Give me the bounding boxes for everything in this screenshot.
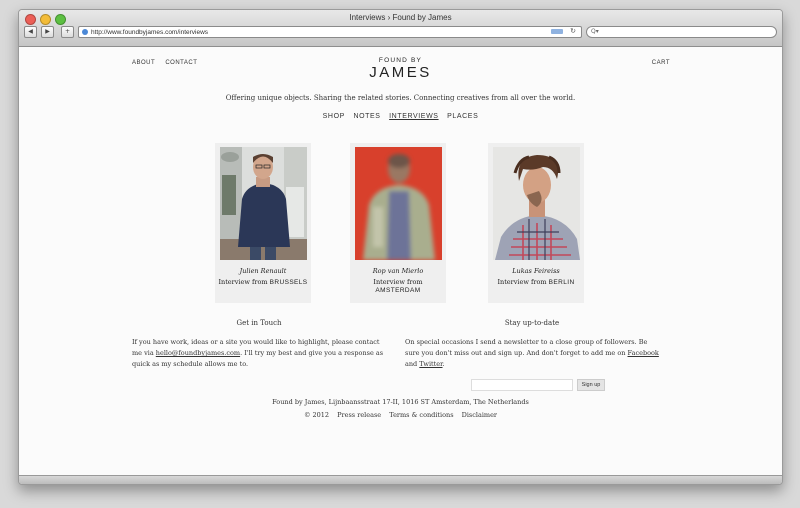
interview-city: AMSTERDAM (375, 287, 421, 294)
window-title: Interviews › Found by James (349, 13, 452, 22)
footer-links: © 2012 Press release Terms & conditions … (19, 411, 782, 419)
address-bar[interactable]: http://www.foundbyjames.com/interviews ↻ (78, 26, 582, 38)
nav-notes-link[interactable]: NOTES (353, 113, 380, 120)
site-logo[interactable]: FOUND BY JAMES (19, 57, 782, 81)
reload-icon[interactable]: ↻ (570, 27, 576, 35)
rss-icon[interactable] (551, 29, 563, 34)
title-bar: Interviews › Found by James ◀ ▶ + http:/… (19, 10, 782, 47)
interview-origin: Interview from AMSTERDAM (350, 278, 446, 294)
interview-city: BRUSSELS (269, 279, 308, 286)
press-release-link[interactable]: Press release (337, 411, 381, 419)
interview-city: BERLIN (548, 279, 575, 286)
facebook-link[interactable]: Facebook (628, 349, 659, 357)
nav-places-link[interactable]: PLACES (447, 113, 478, 120)
status-bar (19, 475, 782, 484)
interview-card-rop[interactable]: Rop van Mierlo Interview from AMSTERDAM (350, 143, 446, 303)
interviewee-name: Rop van Mierlo (372, 267, 424, 275)
back-button[interactable]: ◀ (24, 26, 37, 38)
nav-shop-link[interactable]: SHOP (323, 113, 345, 120)
footer-address: Found by James, Lijnbaansstraat 17-II, 1… (272, 398, 529, 406)
portrait-photo[interactable] (355, 147, 442, 260)
portrait-photo[interactable] (220, 147, 307, 260)
contact-text: If you have work, ideas or a site you wo… (132, 337, 386, 370)
search-input[interactable]: Q▾ (586, 26, 777, 38)
newsletter-section: Stay up-to-date On special occasions I s… (405, 318, 659, 370)
terms-link[interactable]: Terms & conditions (389, 411, 453, 419)
twitter-link[interactable]: Twitter (419, 360, 442, 368)
newsletter-email-input[interactable] (471, 379, 573, 391)
newsletter-heading: Stay up-to-date (504, 319, 560, 327)
browser-window: Interviews › Found by James ◀ ▶ + http:/… (18, 9, 783, 485)
newsletter-text: On special occasions I send a newsletter… (405, 337, 659, 370)
interview-card-julien[interactable]: Julien Renault Interview from BRUSSELS (215, 143, 311, 303)
email-link[interactable]: hello@foundbyjames.com (156, 349, 240, 357)
newsletter-text-1: On special occasions I send a newsletter… (405, 338, 648, 357)
newsletter-and: and (405, 360, 420, 368)
interviewee-name: Julien Renault (239, 267, 287, 275)
logo-big-text: JAMES (369, 64, 432, 81)
browser-toolbar: ◀ ▶ + http://www.foundbyjames.com/interv… (24, 25, 777, 39)
add-tab-button[interactable]: + (61, 26, 74, 38)
globe-icon (82, 29, 88, 35)
signup-button[interactable]: Sign up (577, 379, 605, 391)
url-text: http://www.foundbyjames.com/interviews (91, 28, 209, 36)
nav-interviews-link[interactable]: INTERVIEWS (389, 113, 438, 120)
disclaimer-link[interactable]: Disclaimer (462, 411, 497, 419)
interview-origin: Interview from BERLIN (488, 278, 584, 286)
logo-small-text: FOUND BY (378, 57, 423, 64)
interview-from-label: Interview from (497, 278, 549, 286)
contact-heading: Get in Touch (236, 319, 282, 327)
interviewee-name: Lukas Feireiss (512, 267, 560, 275)
forward-button[interactable]: ▶ (41, 26, 54, 38)
contact-section: Get in Touch If you have work, ideas or … (132, 318, 386, 370)
newsletter-end: . (442, 360, 445, 368)
interview-card-lukas[interactable]: Lukas Feireiss Interview from BERLIN (488, 143, 584, 303)
interview-from-label: Interview from (373, 278, 423, 286)
interview-origin: Interview from BRUSSELS (215, 278, 311, 286)
copyright: © 2012 (303, 411, 330, 419)
main-nav: SHOP NOTES INTERVIEWS PLACES (19, 113, 782, 120)
web-page: ABOUT CONTACT CART FOUND BY JAMES Offeri… (19, 47, 782, 484)
interview-from-label: Interview from (218, 278, 270, 286)
tagline: Offering unique objects. Sharing the rel… (225, 94, 576, 102)
portrait-photo[interactable] (493, 147, 580, 260)
